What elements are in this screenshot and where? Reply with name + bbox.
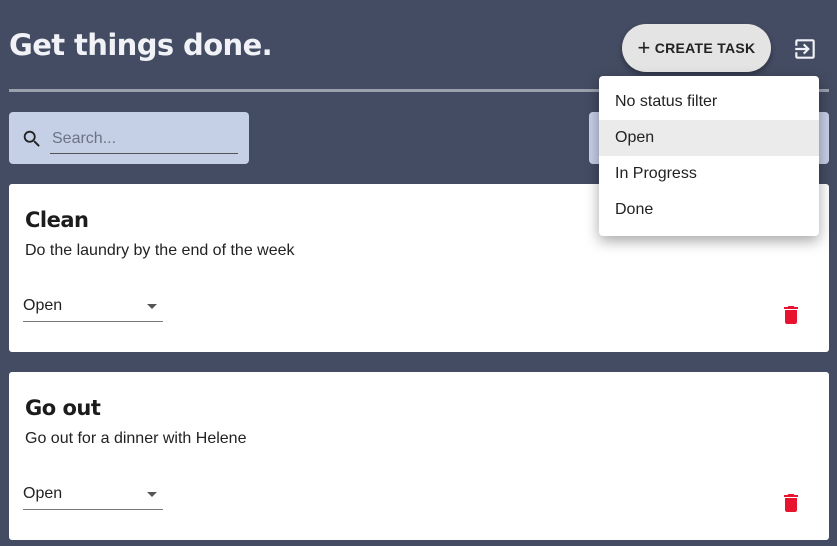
status-filter-menu: No status filter Open In Progress Done	[599, 76, 819, 236]
logout-icon[interactable]	[792, 36, 818, 62]
create-task-button[interactable]: + CREATE TASK	[622, 24, 771, 72]
search-field	[9, 112, 249, 164]
task-description: Go out for a dinner with Helene	[25, 430, 247, 447]
task-status-value: Open	[23, 297, 63, 314]
chevron-down-icon	[147, 492, 157, 497]
chevron-down-icon	[147, 304, 157, 309]
delete-icon[interactable]	[779, 303, 803, 327]
task-status-select[interactable]: Open	[23, 482, 163, 510]
create-task-label: CREATE TASK	[654, 40, 756, 56]
task-title: Go out	[25, 396, 101, 420]
delete-icon[interactable]	[779, 491, 803, 515]
task-status-value: Open	[23, 485, 63, 502]
menu-item-open[interactable]: Open	[599, 120, 819, 156]
menu-item-no-status-filter[interactable]: No status filter	[599, 84, 819, 120]
task-card: Go out Go out for a dinner with Helene O…	[9, 372, 829, 540]
task-title: Clean	[25, 208, 89, 232]
task-status-select[interactable]: Open	[23, 294, 163, 322]
menu-item-done[interactable]: Done	[599, 192, 819, 228]
menu-item-in-progress[interactable]: In Progress	[599, 156, 819, 192]
search-icon	[23, 130, 40, 147]
search-input[interactable]	[50, 124, 238, 154]
app-title: Get things done.	[9, 28, 273, 62]
task-description: Do the laundry by the end of the week	[25, 242, 295, 259]
plus-icon: +	[637, 35, 651, 60]
